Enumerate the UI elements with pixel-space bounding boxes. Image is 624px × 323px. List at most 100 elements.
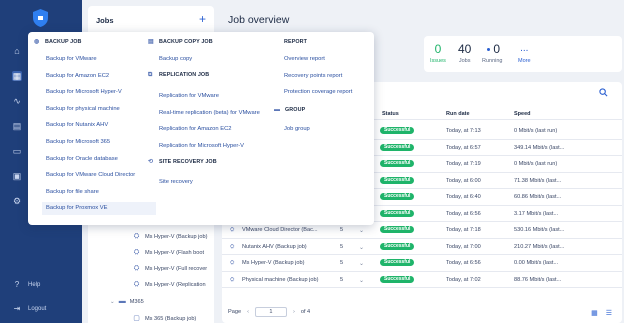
status-badge: Successful [380,193,415,200]
row-job-name: Ms Hyper-V (Backup job) [242,260,305,266]
hyperv-icon: ⛭ [133,248,140,256]
prev-page-icon[interactable]: ‹ [247,309,249,315]
help-link[interactable]: ? Help [12,280,41,289]
settings-icon[interactable]: ⚙ [12,196,22,206]
row-speed: 88.76 Mbit/s (last... [514,276,562,283]
next-page-icon[interactable]: › [293,309,295,315]
header-speed[interactable]: Speed [514,111,531,117]
tree-item[interactable]: ⛭ Ms Hyper-V (Full recover [132,263,207,274]
section-group: ▬ GROUP [274,107,306,113]
menu-item[interactable]: Backup for VMware [46,53,97,66]
row-run-date: Today, at 7:13 [446,128,481,134]
list-view-icon[interactable]: ☰ [606,309,612,317]
menu-item[interactable]: Replication for Microsoft Hyper-V [159,140,244,153]
menu-item-site-recovery[interactable]: Site recovery [159,176,193,189]
row-type-icon: ⛭ [230,260,235,266]
grid-view-icon[interactable]: ▦ [591,309,598,317]
storage-icon[interactable]: ▣ [12,171,22,181]
chevron-down-icon[interactable]: ⌄ [110,299,115,305]
logout-link[interactable]: ⇥ Logout [12,304,47,313]
menu-item[interactable]: Backup for Oracle database [46,153,118,166]
status-badge: Successful [380,176,415,184]
row-run-date: Today, at 7:02 [446,276,481,283]
page-total: of 4 [300,309,311,315]
chevron-down-icon[interactable]: ⌄ [359,227,364,234]
status-badge: Successful [380,143,415,151]
menu-item[interactable]: Replication for VMware [159,90,219,103]
menu-item-backup-copy[interactable]: Backup copy [159,53,192,66]
chevron-down-icon[interactable]: ⌄ [359,260,364,267]
status-badge: Successful [380,242,415,250]
chevron-down-icon[interactable]: ⌄ [359,244,364,251]
menu-item[interactable]: Backup for VMware Cloud Director [46,169,135,182]
logout-label: Logout [28,305,47,312]
table-row[interactable]: ⛭ Nutanix AHV (Backup job) 5 ⌄ Successful Tod… [222,239,622,255]
monitor-icon[interactable]: ▭ [12,146,22,156]
menu-item[interactable]: Backup for Nutanix AHV [46,119,108,132]
menu-item[interactable]: Overview report [284,53,325,66]
chevron-down-icon[interactable]: ⌄ [359,277,364,284]
page-input[interactable]: 1 [254,307,287,317]
activity-icon[interactable]: ∿ [12,96,22,106]
row-job-name: Nutanix AHV (Backup job) [242,243,307,250]
row-speed: 60.86 Mbit/s (last... [514,194,562,200]
calendar-icon[interactable]: ▤ [12,121,22,131]
page-label: Page [228,309,242,315]
menu-item[interactable]: Backup for Amazon EC2 [46,70,109,83]
stat-running[interactable]: 0 Running [482,42,503,64]
tree-group-m365[interactable]: ⌄ ▬ M365 [110,296,144,307]
row-type-icon: ⛭ [230,276,235,283]
hyperv-icon: ⛭ [133,264,140,272]
stat-more[interactable]: ... More [518,42,531,64]
replication-icon: ⧉ [148,72,153,78]
header-run-date[interactable]: Run date [446,111,470,117]
table-row[interactable]: ⛭ Ms Hyper-V (Backup job) 5 ⌄ Successful Toda… [222,255,622,272]
row-speed: 349.14 Mbit/s (last... [514,144,565,151]
row-run-date: Today, at 6:57 [446,144,481,151]
row-speed: 530.16 Mbit/s (last... [514,227,565,233]
row-count: 5 [340,276,344,283]
row-speed: 71.38 Mbit/s (last... [514,177,562,184]
job-stats-card: 0 Issues 40 Jobs 0 Running ... More [424,36,622,72]
table-row[interactable]: ⛭ Physical machine (Backup job) 5 ⌄ Successf… [222,272,622,288]
tree-item[interactable]: ⛭ Ms Hyper-V (Backup job) [132,231,208,242]
menu-item[interactable]: Real-time replication (beta) for VMware [159,107,260,120]
status-badge: Successful [380,127,415,134]
row-speed: 0.00 Mbit/s (last... [514,260,559,266]
stat-jobs[interactable]: 40 Jobs [458,42,471,64]
tree-item[interactable]: ⛭ Ms Hyper-V (Flash boot [132,247,204,258]
m365-icon: ▢ [133,314,140,322]
row-run-date: Today, at 7:00 [446,243,481,250]
menu-item[interactable]: Replication for Amazon EC2 [159,123,232,136]
stat-issues[interactable]: 0 Issues [430,42,446,64]
section-report: REPORT [284,39,308,45]
help-icon: ? [14,280,20,289]
menu-item[interactable]: Recovery points report [284,70,342,83]
home-icon[interactable]: ⌂ [12,46,22,56]
tree-item[interactable]: ▢ Ms 365 (Backup job) [132,313,196,323]
shield-logo-icon[interactable] [33,9,48,27]
menu-item[interactable]: Backup for Microsoft 365 [46,136,110,149]
hyperv-icon: ⛭ [133,280,140,288]
menu-item[interactable]: Protection coverage report [284,86,352,99]
tree-item[interactable]: ⛭ Ms Hyper-V (Replication [132,279,206,290]
menu-item-job-group[interactable]: Job group [284,123,310,136]
search-icon[interactable] [599,88,608,97]
menu-item[interactable]: Backup for physical machine [46,103,120,116]
help-label: Help [28,281,41,288]
header-status[interactable]: Status [382,111,399,117]
jobs-title: Jobs [96,16,114,25]
menu-item[interactable]: Backup for file share [46,186,99,199]
section-replication-job: ⧉ REPLICATION JOB [148,72,210,78]
plus-icon[interactable]: + [199,12,206,26]
menu-item[interactable]: Backup for Microsoft Hyper-V [46,86,122,99]
pagination: Page ‹ 1 › of 4 [228,307,310,317]
menu-item[interactable]: Backup for Proxmox VE [42,202,156,216]
row-speed: 210.27 Mbit/s (last... [514,243,565,250]
site-recovery-icon: ⟲ [148,159,154,165]
status-badge: Successful [380,275,415,283]
row-run-date: Today, at 6:00 [446,177,481,184]
row-count: 5 [340,243,344,250]
backup-copy-icon: ▤ [148,39,154,45]
dashboard-icon[interactable]: ▦ [12,71,22,81]
